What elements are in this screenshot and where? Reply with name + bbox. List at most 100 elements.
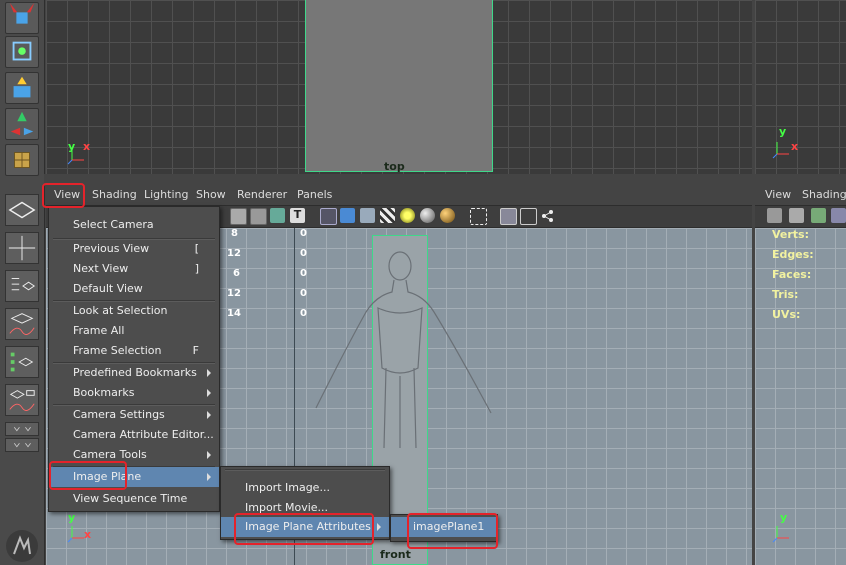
hud-edges-label: Edges:	[772, 248, 814, 261]
axis-y-label: y	[68, 511, 76, 524]
persp-viewport[interactable]: Verts: Edges: Faces: Tris: UVs: y	[755, 228, 846, 565]
menu-item-default-view[interactable]: Default View	[49, 279, 219, 299]
menu-item-next-view[interactable]: Next View]	[49, 259, 219, 279]
move-tool-button[interactable]	[5, 2, 39, 34]
xray-icon[interactable]	[250, 208, 267, 225]
wireframe-icon[interactable]	[320, 208, 337, 225]
camera-attr-icon[interactable]	[789, 208, 804, 223]
axis-x-label: x	[83, 140, 91, 153]
hud-uvs-label: UVs:	[772, 308, 801, 321]
maya-logo-icon	[6, 530, 38, 562]
single-pane-layout-button[interactable]	[5, 194, 39, 226]
annotation-box-image-plane	[49, 461, 127, 490]
resolution-gate-icon[interactable]	[520, 208, 537, 225]
menu-item-previous-view[interactable]: Previous View[	[49, 239, 219, 259]
select-highlight-icon[interactable]	[470, 208, 487, 225]
persp-graph-icon	[9, 313, 35, 335]
outliner-persp-icon	[11, 278, 36, 291]
side-viewport[interactable]: y x	[755, 0, 846, 174]
isolate-icon[interactable]	[230, 208, 247, 225]
graph-outliner-layout-button[interactable]	[5, 384, 39, 416]
submenu-arrow-icon	[207, 411, 211, 419]
panel-menu-shading[interactable]: Shading	[92, 188, 137, 201]
axis-x-label: x	[791, 140, 799, 153]
menu-item-import-image[interactable]: Import Image...	[221, 478, 389, 498]
axis-y-label: y	[68, 140, 76, 153]
share-icon[interactable]	[540, 208, 555, 223]
shadow-sphere-icon[interactable]	[420, 208, 435, 223]
panel-menu-renderer[interactable]: Renderer	[237, 188, 287, 201]
top-camera-plane	[305, 0, 493, 172]
scale-tool-icon	[13, 76, 31, 98]
camera-icon[interactable]	[767, 208, 782, 223]
hypershade-layout-button[interactable]	[5, 346, 39, 378]
top-viewport[interactable]: top y x	[46, 0, 752, 174]
right-panel-icon-bar	[755, 206, 846, 228]
right-panel-menu-bar: View Shading	[755, 185, 846, 206]
grid-icon[interactable]	[811, 208, 826, 223]
light-icon[interactable]	[400, 208, 415, 223]
menu-item-frame-selection[interactable]: Frame Selection F	[49, 341, 219, 361]
submenu-arrow-icon	[207, 369, 211, 377]
menu-item-bookmarks[interactable]: Bookmarks	[49, 383, 219, 403]
menu-item-predefined-bookmarks[interactable]: Predefined Bookmarks	[49, 363, 219, 383]
chevron-down-icon	[13, 443, 31, 448]
four-pane-layout-button[interactable]	[5, 232, 39, 264]
flat-shade-icon[interactable]	[360, 208, 375, 223]
left-toolbar	[0, 0, 45, 565]
pane-divider[interactable]	[44, 174, 846, 184]
persp-graph-layout-button[interactable]	[5, 308, 39, 340]
layout-scroll-up-button[interactable]	[5, 422, 39, 436]
annotation-box-imageplane1	[407, 513, 498, 549]
right-panel-menu-view[interactable]: View	[765, 188, 791, 201]
cube-tool-icon	[14, 152, 30, 168]
hud-faces-label: Faces:	[772, 268, 812, 281]
submenu-arrow-icon	[377, 523, 381, 531]
submenu-arrow-icon	[207, 451, 211, 459]
character-wireframe-icon	[315, 251, 492, 448]
gold-sphere-icon[interactable]	[440, 208, 455, 223]
menu-item-view-sequence-time[interactable]: View Sequence Time	[49, 489, 219, 509]
outliner-persp-layout-button[interactable]	[5, 270, 39, 302]
panel-menu-show[interactable]: Show	[196, 188, 226, 201]
top-view-label: top	[384, 160, 405, 173]
scale-tool-button[interactable]	[5, 72, 39, 104]
menu-separator	[225, 469, 385, 471]
rotate-tool-icon	[12, 41, 32, 61]
wireframe-on-shaded-icon[interactable]	[270, 208, 285, 223]
soft-mod-tool-button[interactable]	[5, 144, 39, 176]
four-pane-icon	[8, 235, 36, 261]
axis-x-label: x	[84, 528, 92, 541]
film-gate-icon[interactable]	[500, 208, 517, 225]
bookmark-icon[interactable]	[831, 208, 846, 223]
menu-item-look-at-selection[interactable]: Look at Selection	[49, 301, 219, 321]
menu-item-camera-attribute-editor[interactable]: Camera Attribute Editor...	[49, 425, 219, 445]
manipulator-tool-icon	[10, 111, 34, 136]
rotate-tool-button[interactable]	[5, 36, 39, 68]
panel-menu-panels[interactable]: Panels	[297, 188, 332, 201]
smooth-shade-icon[interactable]	[340, 208, 355, 223]
submenu-arrow-icon	[207, 473, 211, 481]
single-pane-icon	[8, 201, 36, 219]
hud-verts-label: Verts:	[772, 228, 810, 241]
move-tool-icon	[9, 3, 35, 24]
menu-item-camera-settings[interactable]: Camera Settings	[49, 405, 219, 425]
annotation-box-view-menu	[42, 183, 85, 208]
annotation-box-image-plane-attributes	[234, 513, 374, 545]
checker-icon[interactable]	[380, 208, 395, 223]
menu-item-select-camera[interactable]: Select Camera	[49, 215, 219, 235]
axis-y-label: y	[780, 511, 788, 524]
hypershade-icon	[10, 352, 34, 372]
panel-menu-lighting[interactable]: Lighting	[144, 188, 188, 201]
submenu-arrow-icon	[207, 389, 211, 397]
manipulator-tool-button[interactable]	[5, 108, 39, 140]
panel-menu-bar: View Shading Lighting Show Renderer Pane…	[46, 185, 752, 206]
texture-icon[interactable]: T	[290, 208, 305, 223]
menu-item-frame-all[interactable]: Frame All	[49, 321, 219, 341]
chevron-down-icon	[13, 427, 31, 432]
right-panel-menu-shading[interactable]: Shading	[802, 188, 846, 201]
layout-scroll-down-button[interactable]	[5, 438, 39, 452]
graph-outliner-icon	[9, 390, 35, 411]
front-view-label: front	[380, 548, 411, 561]
axis-y-label: y	[779, 125, 787, 138]
